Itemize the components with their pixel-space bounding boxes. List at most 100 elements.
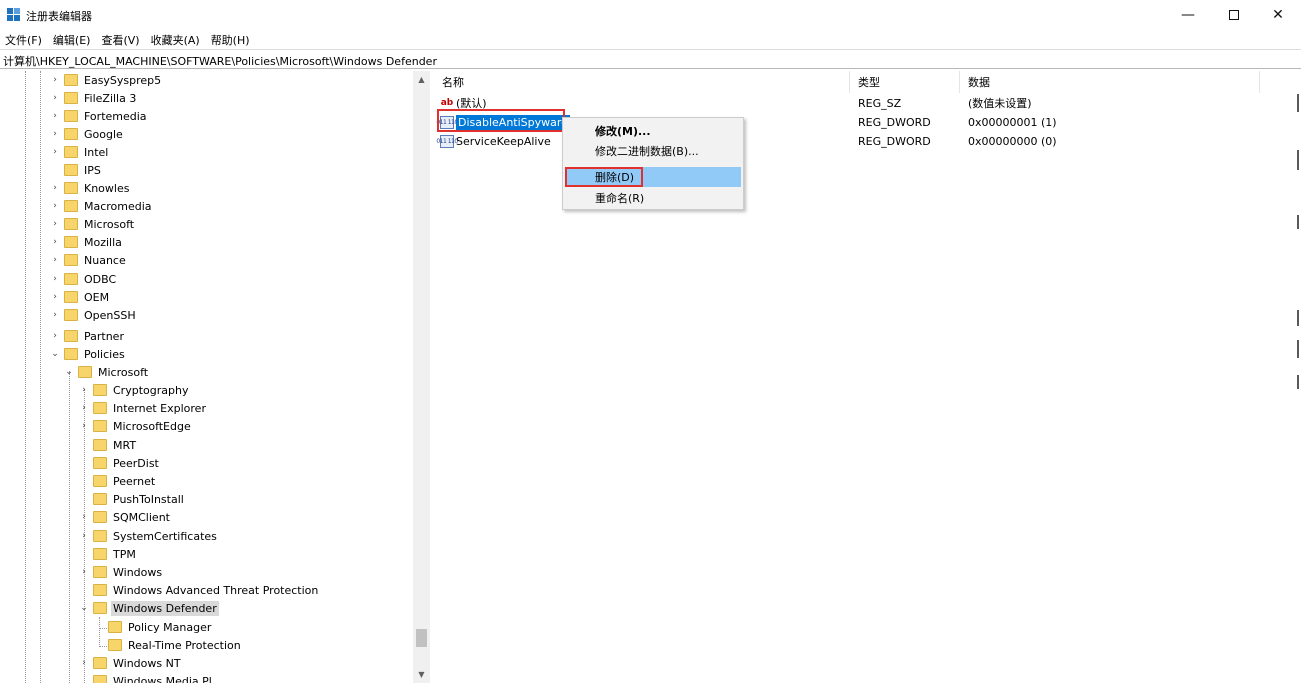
tree-item-label: OpenSSH — [84, 308, 136, 322]
menu-item-rename[interactable]: 重命名(R) — [565, 188, 741, 208]
expand-chevron-icon[interactable]: › — [78, 654, 90, 672]
tree-item-label: SQMClient — [113, 510, 170, 524]
tree-item[interactable]: Real-Time Protection — [93, 636, 243, 654]
tree-item[interactable]: › ODBC — [49, 270, 118, 288]
menu-help[interactable]: 帮助(H) — [206, 30, 256, 49]
menu-view[interactable]: 查看(V) — [96, 30, 145, 49]
expand-chevron-icon[interactable]: › — [49, 197, 61, 215]
tree-item[interactable]: › Internet Explorer — [78, 399, 208, 417]
menu-item-modify[interactable]: 修改(M)... — [565, 121, 741, 141]
address-bar[interactable]: 计算机\HKEY_LOCAL_MACHINE\SOFTWARE\Policies… — [0, 49, 1301, 69]
tree-item[interactable]: › Cryptography — [78, 381, 190, 399]
tree-item[interactable]: Policy Manager — [93, 618, 213, 636]
tree-item[interactable]: › SystemCertificates — [78, 527, 219, 545]
registry-editor-icon — [7, 8, 21, 22]
tree-item-label: Cryptography — [113, 383, 189, 397]
tree-item[interactable]: › Windows — [78, 563, 164, 581]
tree-item[interactable]: › Microsoft — [49, 215, 136, 233]
tree-item[interactable]: ⌄ Microsoft — [63, 363, 150, 381]
tree-item-label: Microsoft — [84, 217, 135, 231]
column-header-name[interactable]: 名称 — [434, 71, 850, 93]
tree-item[interactable]: ⌄ Policies — [49, 345, 127, 363]
tree-item[interactable]: › SQMClient — [78, 508, 172, 526]
collapse-chevron-icon[interactable]: ⌄ — [63, 363, 75, 381]
folder-icon — [64, 254, 78, 266]
folder-icon — [64, 74, 78, 86]
expand-chevron-icon[interactable]: › — [49, 270, 61, 288]
expand-chevron-icon — [78, 472, 90, 490]
tree-item[interactable]: › Windows NT — [78, 654, 183, 672]
expand-chevron-icon[interactable]: › — [49, 107, 61, 125]
tree-item-label: Mozilla — [84, 235, 122, 249]
tree-item[interactable]: › Macromedia — [49, 197, 154, 215]
tree-item[interactable]: Windows Advanced Threat Protection — [78, 581, 320, 599]
menu-item-modify-binary[interactable]: 修改二进制数据(B)... — [565, 141, 741, 161]
scroll-down-icon[interactable]: ▼ — [413, 666, 430, 683]
collapse-chevron-icon[interactable]: ⌄ — [49, 345, 61, 363]
title-bar: 注册表编辑器 — ✕ — [0, 0, 1301, 30]
value-data: 0x00000001 (1) — [968, 115, 1057, 129]
expand-chevron-icon — [78, 545, 90, 563]
tree-item[interactable]: PushToInstall — [78, 490, 186, 508]
expand-chevron-icon[interactable]: › — [78, 399, 90, 417]
menu-favorites[interactable]: 收藏夹(A) — [146, 30, 206, 49]
folder-icon — [64, 92, 78, 104]
tree-item[interactable]: TPM — [78, 545, 138, 563]
expand-chevron-icon[interactable]: › — [49, 327, 61, 345]
expand-chevron-icon[interactable]: › — [49, 306, 61, 324]
expand-chevron-icon[interactable]: › — [78, 508, 90, 526]
tree-item[interactable]: › OpenSSH — [49, 306, 138, 324]
expand-chevron-icon[interactable]: › — [78, 381, 90, 399]
expand-chevron-icon[interactable]: › — [49, 71, 61, 89]
string-value-icon: ab — [440, 98, 454, 108]
scroll-thumb[interactable] — [416, 629, 427, 647]
tree-item[interactable]: › Mozilla — [49, 233, 124, 251]
expand-chevron-icon[interactable]: › — [49, 89, 61, 107]
menu-edit[interactable]: 编辑(E) — [48, 30, 97, 49]
tree-item[interactable]: › Partner — [49, 327, 126, 345]
column-header-type[interactable]: 类型 — [850, 71, 960, 93]
tree-item[interactable]: Windows Media Pl... — [78, 672, 224, 683]
tree-item[interactable]: PeerDist — [78, 454, 161, 472]
menu-file[interactable]: 文件(F) — [0, 30, 48, 49]
tree-item[interactable]: › Fortemedia — [49, 107, 149, 125]
folder-icon — [93, 566, 107, 578]
folder-icon — [64, 291, 78, 303]
column-header-data[interactable]: 数据 — [960, 71, 1260, 93]
scroll-up-icon[interactable]: ▲ — [413, 71, 430, 88]
expand-chevron-icon[interactable]: › — [78, 527, 90, 545]
minimize-button[interactable]: — — [1165, 0, 1211, 30]
expand-chevron-icon[interactable]: › — [78, 563, 90, 581]
tree-item[interactable]: IPS — [49, 161, 103, 179]
expand-chevron-icon[interactable]: › — [49, 233, 61, 251]
tree-item-selected[interactable]: ⌄ Windows Defender — [78, 599, 219, 617]
tree-item[interactable]: › MicrosoftEdge — [78, 417, 193, 435]
tree-item-label: Peernet — [113, 474, 156, 488]
tree-item-label: OEM — [84, 290, 110, 304]
minimize-icon: — — [1181, 7, 1195, 23]
maximize-button[interactable] — [1211, 0, 1257, 30]
tree-item[interactable]: › FileZilla 3 — [49, 89, 138, 107]
tree-item[interactable]: › EasySysprep5 — [49, 71, 163, 89]
expand-chevron-icon[interactable]: › — [49, 288, 61, 306]
expand-chevron-icon[interactable]: › — [49, 125, 61, 143]
tree-item[interactable]: › OEM — [49, 288, 111, 306]
tree-item[interactable]: › Google — [49, 125, 125, 143]
expand-chevron-icon[interactable]: › — [49, 179, 61, 197]
tree-item[interactable]: › Nuance — [49, 251, 128, 269]
tree-item[interactable]: MRT — [78, 436, 138, 454]
expand-chevron-icon[interactable]: › — [49, 143, 61, 161]
value-row[interactable]: 011 110 ServiceKeepAlive — [436, 132, 551, 150]
tree-item-label: FileZilla 3 — [84, 91, 137, 105]
tree-item[interactable]: › Knowles — [49, 179, 131, 197]
tree-scrollbar[interactable]: ▲ ▼ — [413, 71, 430, 683]
value-type: REG_DWORD — [858, 115, 931, 129]
collapse-chevron-icon[interactable]: ⌄ — [78, 599, 90, 617]
expand-chevron-icon[interactable]: › — [49, 251, 61, 269]
folder-icon — [93, 402, 107, 414]
expand-chevron-icon[interactable]: › — [78, 417, 90, 435]
tree-item[interactable]: › Intel — [49, 143, 110, 161]
tree-item[interactable]: Peernet — [78, 472, 157, 490]
expand-chevron-icon[interactable]: › — [49, 215, 61, 233]
close-button[interactable]: ✕ — [1255, 0, 1301, 30]
